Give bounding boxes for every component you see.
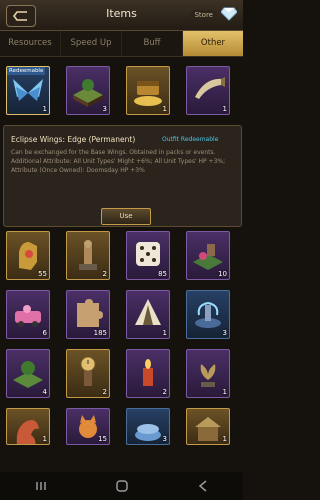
outfit-redeemable-label: Outfit Redeemable (162, 136, 219, 143)
use-button[interactable]: Use (101, 208, 151, 225)
item-cell[interactable]: 2 (66, 231, 110, 280)
tab-buff[interactable]: Buff (122, 31, 183, 56)
item-count: 1 (42, 105, 47, 113)
item-count: 3 (222, 329, 227, 337)
item-cell[interactable]: 85 (126, 231, 170, 280)
item-cell-horn[interactable]: 1 (186, 66, 230, 115)
item-cell[interactable]: 10 (186, 231, 230, 280)
item-count: 4 (42, 388, 47, 396)
item-cell[interactable]: 185 (66, 290, 110, 339)
item-cell-island[interactable]: 3 (66, 66, 110, 115)
item-cell[interactable]: 1 (186, 349, 230, 398)
item-count: 2 (102, 388, 107, 396)
recent-apps-icon[interactable] (34, 479, 48, 493)
item-detail-description: Can be exchanged for the Base Wings. Obt… (11, 148, 235, 175)
item-count: 1 (42, 435, 47, 443)
item-cell[interactable]: 3 (186, 290, 230, 339)
category-tabs: Resources Speed Up Buff Other (0, 31, 243, 57)
item-cell[interactable]: 2 (126, 349, 170, 398)
item-count: 1 (222, 105, 227, 113)
attributes-text: Additional Attribute: All Unit Types' Mi… (11, 158, 226, 174)
item-count: 6 (42, 329, 47, 337)
item-cell[interactable]: 15 (66, 408, 110, 445)
item-detail-panel: Eclipse Wings: Edge (Permanent) Outfit R… (3, 125, 242, 227)
item-count: 3 (162, 435, 167, 443)
description-text: Can be exchanged for the Base Wings. Obt… (11, 149, 216, 156)
item-count: 2 (162, 388, 167, 396)
tab-other[interactable]: Other (183, 31, 243, 56)
back-nav-icon[interactable] (196, 479, 210, 493)
item-count: 1 (222, 388, 227, 396)
item-cell[interactable]: 4 (6, 349, 50, 398)
redeemable-badge: Redeemable (7, 67, 46, 75)
item-count: 85 (158, 270, 167, 278)
item-cell[interactable]: 6 (6, 290, 50, 339)
item-count: 55 (38, 270, 47, 278)
item-detail-title: Eclipse Wings: Edge (Permanent) (11, 135, 136, 144)
item-cell[interactable]: 3 (126, 408, 170, 445)
item-cell-treasure[interactable]: 1 (126, 66, 170, 115)
item-cell[interactable]: 1 (6, 408, 50, 445)
item-cell-eclipse-wings[interactable]: Redeemable 1 (6, 66, 50, 115)
header-bar: Items Store (0, 0, 243, 31)
item-count: 1 (162, 105, 167, 113)
item-cell[interactable]: 1 (186, 408, 230, 445)
home-icon[interactable] (115, 479, 129, 493)
diamond-icon[interactable] (221, 7, 237, 21)
store-button[interactable]: Store (190, 10, 217, 20)
item-count: 1 (222, 435, 227, 443)
item-count: 10 (218, 270, 227, 278)
tab-speed-up[interactable]: Speed Up (61, 31, 122, 56)
item-count: 185 (93, 329, 107, 337)
android-nav-bar (0, 472, 243, 500)
item-cell[interactable]: 2 (66, 349, 110, 398)
item-count: 3 (102, 105, 107, 113)
tab-resources[interactable]: Resources (0, 31, 61, 56)
item-cell[interactable]: 55 (6, 231, 50, 280)
item-count: 15 (98, 435, 107, 443)
item-count: 2 (102, 270, 107, 278)
item-count: 1 (162, 329, 167, 337)
item-cell[interactable]: 1 (126, 290, 170, 339)
